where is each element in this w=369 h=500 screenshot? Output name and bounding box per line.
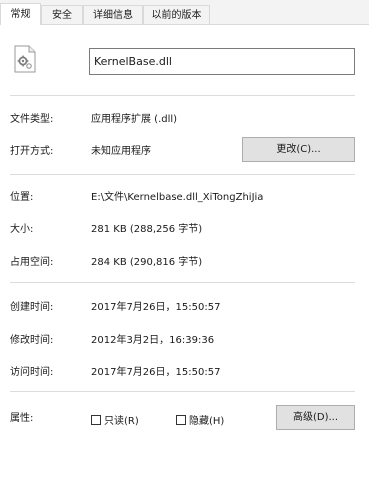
readonly-checkbox-label: 只读(R) [104,416,139,427]
created-label: 创建时间: [10,302,54,313]
opens-with-value: 未知应用程序 [91,146,151,157]
tab-details[interactable]: 详细信息 [83,5,143,24]
modified-value: 2012年3月2日，16:39:36 [91,335,215,346]
location-value: E:\文件\Kernelbase.dll_XiTongZhiJia [91,192,264,203]
tab-previous-versions[interactable]: 以前的版本 [143,5,210,24]
general-panel: KernelBase.dll 文件类型: 应用程序扩展 (.dll) 打开方式:… [0,25,369,500]
size-label: 大小: [10,224,34,235]
created-value: 2017年7月26日，15:50:57 [91,302,221,313]
tab-general[interactable]: 常规 [0,3,41,25]
tab-security[interactable]: 安全 [41,5,83,24]
hidden-checkbox-box[interactable] [176,414,186,425]
divider [10,174,355,175]
change-button[interactable]: 更改(C)... [242,137,355,162]
modified-label: 修改时间: [10,335,54,346]
location-label: 位置: [10,192,34,203]
file-type-value: 应用程序扩展 (.dll) [91,114,178,125]
divider [10,391,355,392]
file-properties-dialog: 常规 安全 详细信息 以前的版本 KernelBase.dll 文件类型: 应用… [0,0,369,500]
opens-with-label: 打开方式: [10,146,54,157]
accessed-value: 2017年7月26日，15:50:57 [91,367,221,378]
size-on-disk-value: 284 KB (290,816 字节) [91,257,203,268]
tab-bar: 常规 安全 详细信息 以前的版本 [0,0,369,25]
file-name-field[interactable]: KernelBase.dll [89,48,355,75]
size-value: 281 KB (288,256 字节) [91,224,203,235]
readonly-checkbox-box[interactable] [91,414,101,425]
hidden-checkbox-label: 隐藏(H) [189,416,225,427]
dll-file-icon [14,45,36,73]
divider [10,95,355,96]
advanced-button[interactable]: 高级(D)... [276,405,355,430]
file-type-label: 文件类型: [10,114,54,125]
accessed-label: 访问时间: [10,367,54,378]
readonly-checkbox[interactable]: 只读(R) [91,412,139,427]
size-on-disk-label: 占用空间: [10,257,54,268]
divider [10,282,355,283]
hidden-checkbox[interactable]: 隐藏(H) [176,412,224,427]
attributes-label: 属性: [10,413,34,424]
